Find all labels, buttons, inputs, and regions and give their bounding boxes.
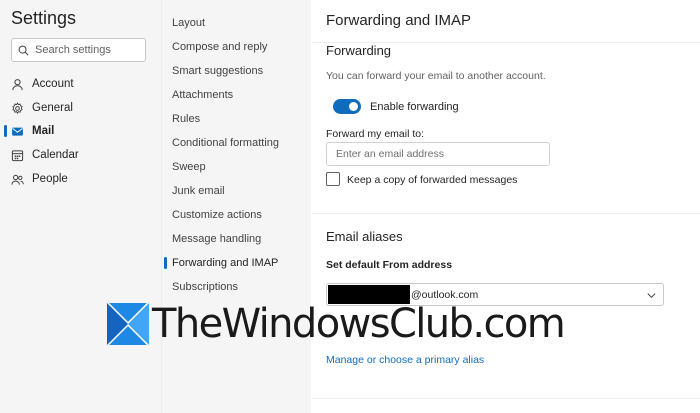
people-icon [11, 173, 24, 186]
enable-forwarding-label: Enable forwarding [370, 101, 459, 113]
search-settings-input[interactable] [35, 44, 140, 56]
submenu-item-attachments[interactable]: Attachments [172, 86, 307, 104]
submenu-item-message-handling[interactable]: Message handling [172, 230, 307, 248]
keep-copy-label: Keep a copy of forwarded messages [347, 174, 518, 186]
calendar-icon [11, 149, 24, 162]
submenu-item-smart-suggestions[interactable]: Smart suggestions [172, 62, 307, 80]
sidebar-item-label: People [32, 173, 68, 185]
forwarding-heading: Forwarding [326, 43, 392, 58]
default-from-label: Set default From address [326, 259, 453, 271]
submenu-item-rules[interactable]: Rules [172, 110, 307, 128]
submenu-item-conditional-formatting[interactable]: Conditional formatting [172, 134, 307, 152]
sidebar-item-label: General [32, 102, 73, 114]
sidebar-item-mail[interactable]: Mail [11, 122, 151, 140]
chevron-down-icon [647, 293, 656, 299]
settings-content: Forwarding and IMAP Forwarding You can f… [312, 0, 700, 413]
sidebar-item-account[interactable]: Account [11, 75, 151, 93]
submenu-item-compose-and-reply[interactable]: Compose and reply [172, 38, 307, 56]
search-settings-box[interactable] [11, 38, 146, 62]
submenu-item-sweep[interactable]: Sweep [172, 158, 307, 176]
watermark: TheWindowsClub.com [107, 299, 566, 349]
forwarding-description: You can forward your email to another ac… [326, 70, 546, 82]
mail-settings-submenu: Layout Compose and reply Smart suggestio… [161, 0, 311, 413]
sidebar-item-calendar[interactable]: Calendar [11, 146, 151, 164]
search-icon [18, 45, 29, 55]
enable-forwarding-toggle[interactable] [333, 99, 361, 114]
person-icon [11, 78, 24, 91]
windows-club-logo-icon [107, 303, 149, 345]
submenu-item-forwarding-and-imap[interactable]: Forwarding and IMAP [172, 254, 307, 272]
active-indicator [4, 125, 7, 137]
sidebar-item-general[interactable]: General [11, 99, 151, 117]
divider [312, 213, 700, 214]
submenu-item-layout[interactable]: Layout [172, 14, 307, 32]
submenu-item-subscriptions[interactable]: Subscriptions [172, 278, 307, 296]
submenu-item-junk-email[interactable]: Junk email [172, 182, 307, 200]
manage-alias-link[interactable]: Manage or choose a primary alias [326, 354, 484, 366]
sidebar-item-label: Account [32, 78, 74, 90]
gear-icon [11, 101, 24, 115]
forward-email-label: Forward my email to: [326, 128, 425, 140]
sidebar-item-label: Mail [32, 125, 55, 137]
toggle-knob [349, 102, 358, 111]
sidebar-item-label: Calendar [32, 149, 79, 161]
divider [312, 398, 700, 399]
settings-title: Settings [11, 8, 77, 28]
email-aliases-heading: Email aliases [326, 229, 403, 244]
submenu-item-customize-actions[interactable]: Customize actions [172, 206, 307, 224]
page-title: Forwarding and IMAP [326, 12, 472, 29]
forward-email-input[interactable] [326, 142, 550, 166]
settings-sidebar: Settings Account General Mail Calendar P… [0, 0, 161, 413]
active-indicator [164, 257, 167, 269]
sidebar-item-people[interactable]: People [11, 170, 151, 188]
mail-icon [11, 125, 24, 138]
watermark-text: TheWindowsClub.com [152, 301, 566, 347]
keep-copy-checkbox[interactable] [326, 172, 340, 186]
